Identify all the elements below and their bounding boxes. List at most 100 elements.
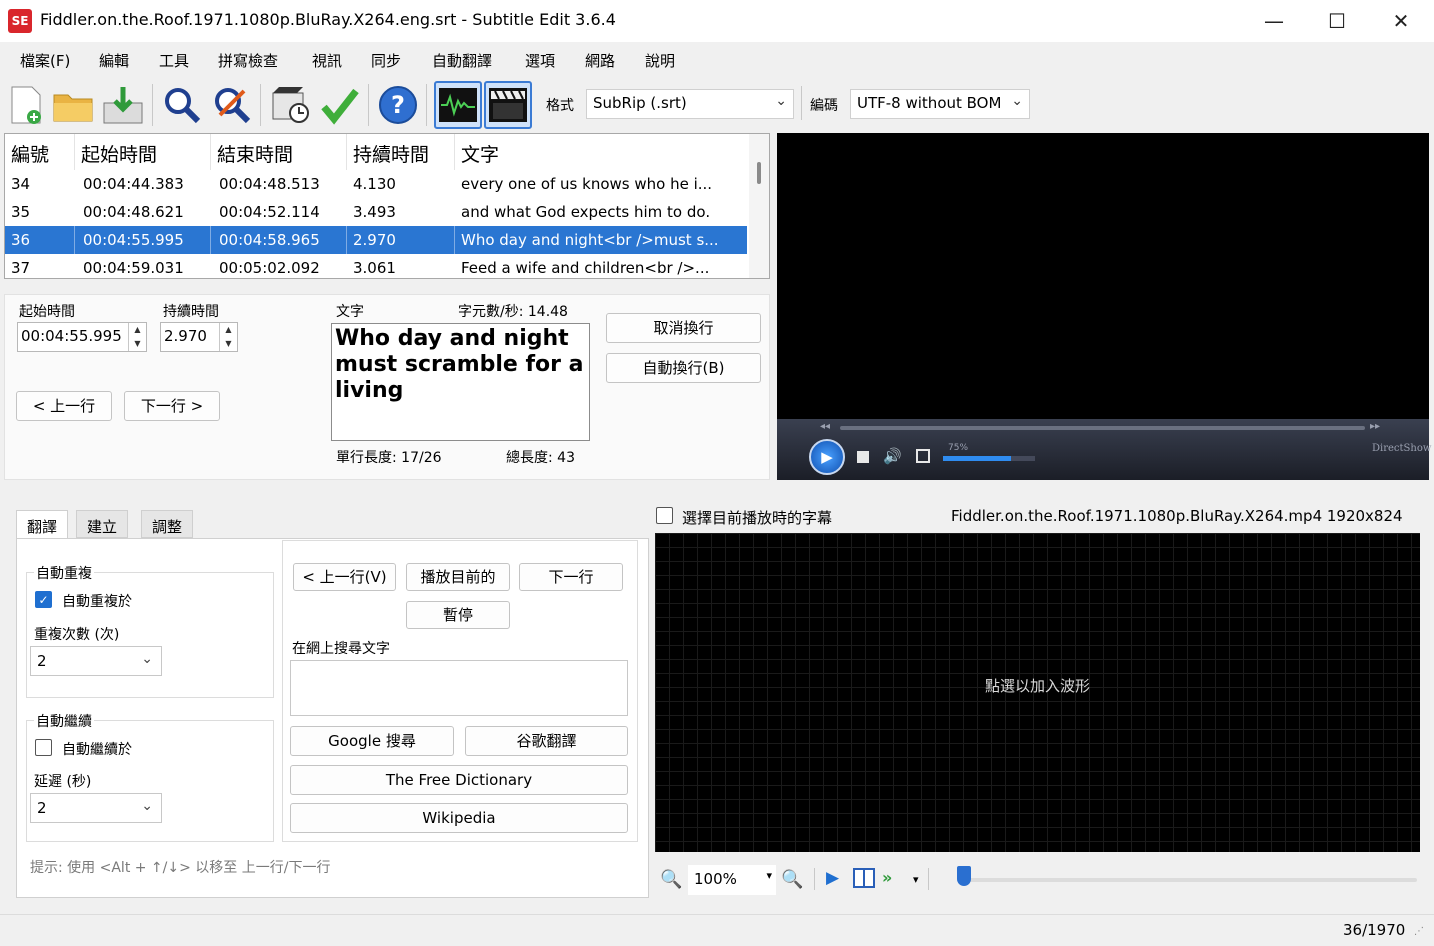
spell-check-icon[interactable] xyxy=(318,82,362,128)
subtitle-text-editor[interactable]: Who day and night must scramble for a li… xyxy=(331,323,590,441)
tab-adjust[interactable]: 調整 xyxy=(141,510,194,538)
waveform-toggle-icon[interactable] xyxy=(434,81,482,129)
menu-options[interactable]: 選項 xyxy=(525,50,555,71)
waveform-position-slider[interactable] xyxy=(962,878,1417,882)
hint-text: 提示: 使用 <Alt + ↑/↓> 以移至 上一行/下一行 xyxy=(30,860,331,876)
prev-line-button[interactable]: < 上一行 xyxy=(16,391,112,421)
column-header-duration[interactable]: 持續時間 xyxy=(347,134,455,170)
help-icon[interactable]: ? xyxy=(376,82,420,128)
new-file-icon[interactable] xyxy=(4,82,48,128)
stop-icon[interactable] xyxy=(857,451,869,463)
wikipedia-button[interactable]: Wikipedia xyxy=(290,803,628,833)
play-waveform-icon[interactable]: ▶ xyxy=(826,868,839,888)
search-web-label: 在網上搜尋文字 xyxy=(292,641,390,657)
find-icon[interactable] xyxy=(160,82,204,128)
minimize-button[interactable]: — xyxy=(1243,0,1305,42)
prev-line-v-button[interactable]: < 上一行(V) xyxy=(293,563,396,591)
column-header-text[interactable]: 文字 xyxy=(455,134,747,170)
chevron-down-icon: ⌄ xyxy=(775,93,787,109)
open-folder-icon[interactable] xyxy=(51,82,95,128)
seek-bar[interactable] xyxy=(840,426,1365,430)
next-line-v-button[interactable]: 下一行 xyxy=(519,563,623,591)
chevron-down-icon: ▾ xyxy=(766,869,772,882)
menu-file[interactable]: 檔案(F) xyxy=(20,50,70,71)
duration-input[interactable]: 2.970 ▲ ▼ xyxy=(160,322,238,352)
toolbar-separator xyxy=(426,84,427,126)
table-row-selected[interactable]: 36 00:04:55.995 00:04:58.965 2.970 Who d… xyxy=(5,226,747,254)
waveform-hint: 點選以加入波形 xyxy=(984,677,1090,695)
select-current-checkbox[interactable] xyxy=(656,507,673,524)
menu-spellcheck[interactable]: 拼寫檢查 xyxy=(218,50,278,71)
auto-break-button[interactable]: 自動換行(B) xyxy=(606,353,761,383)
toolbar-separator xyxy=(368,84,369,126)
play-icon[interactable]: ▶ xyxy=(809,439,845,475)
menu-tools[interactable]: 工具 xyxy=(159,50,189,71)
google-translate-button[interactable]: 谷歌翻譯 xyxy=(465,726,628,756)
menu-network[interactable]: 網路 xyxy=(585,50,615,71)
menu-sync[interactable]: 同步 xyxy=(371,50,401,71)
save-icon[interactable] xyxy=(101,82,145,128)
zoom-select[interactable]: 100% ▾ xyxy=(688,865,776,895)
start-time-value: 00:04:55.995 xyxy=(21,327,122,345)
delay-select[interactable]: 2 ⌄ xyxy=(30,793,162,823)
next-line-button[interactable]: 下一行 > xyxy=(124,391,220,421)
format-label: 格式 xyxy=(546,98,574,114)
rewind-icon[interactable]: ◂◂ xyxy=(820,421,830,432)
tab-create[interactable]: 建立 xyxy=(76,510,129,538)
spin-buttons-icon[interactable]: ▲ ▼ xyxy=(128,323,146,351)
menu-edit[interactable]: 編輯 xyxy=(99,50,129,71)
start-time-input[interactable]: 00:04:55.995 ▲ ▼ xyxy=(17,322,147,352)
auto-repeat-checkbox[interactable]: ✓ xyxy=(35,591,52,608)
subtitle-list[interactable]: 編號 起始時間 結束時間 持續時間 文字 34 00:04:44.383 00:… xyxy=(4,133,770,279)
duration-label: 持續時間 xyxy=(163,304,219,320)
column-header-number[interactable]: 編號 xyxy=(5,134,75,170)
list-scrollbar[interactable] xyxy=(749,134,769,278)
delay-value: 2 xyxy=(37,799,47,817)
duration-value: 2.970 xyxy=(164,327,207,345)
cell-start: 00:04:55.995 xyxy=(77,226,211,254)
menu-auto-translate[interactable]: 自動翻譯 xyxy=(432,50,492,71)
resize-grip-icon[interactable]: ⋰ xyxy=(1414,926,1424,937)
column-header-end[interactable]: 結束時間 xyxy=(211,134,347,170)
unbreak-button[interactable]: 取消換行 xyxy=(606,313,761,343)
zoom-out-icon[interactable]: 🔍 xyxy=(660,869,682,890)
maximize-button[interactable]: ☐ xyxy=(1306,0,1368,42)
spin-buttons-icon[interactable]: ▲ ▼ xyxy=(219,323,237,351)
split-icon[interactable] xyxy=(853,868,875,888)
text-line: must scramble for a xyxy=(335,352,584,377)
menu-bar xyxy=(0,42,1434,76)
volume-icon[interactable]: 🔊 xyxy=(883,447,902,465)
play-current-button[interactable]: 播放目前的 xyxy=(406,563,510,591)
menu-video[interactable]: 視訊 xyxy=(312,50,342,71)
search-web-input[interactable] xyxy=(290,660,628,716)
fast-forward-icon[interactable]: ▸▸ xyxy=(1370,421,1380,432)
video-toggle-icon[interactable] xyxy=(484,81,532,129)
zoom-in-icon[interactable]: 🔍 xyxy=(781,869,803,890)
slider-thumb[interactable] xyxy=(957,866,971,886)
table-row[interactable]: 35 00:04:48.621 00:04:52.114 3.493 and w… xyxy=(5,198,747,226)
tab-translate[interactable]: 翻譯 xyxy=(16,510,69,540)
free-dictionary-button[interactable]: The Free Dictionary xyxy=(290,765,628,795)
google-search-button[interactable]: Google 搜尋 xyxy=(290,726,454,756)
encoding-select[interactable]: UTF-8 without BOM ⌄ xyxy=(850,89,1030,119)
auto-continue-checkbox[interactable] xyxy=(35,739,52,756)
table-row[interactable]: 34 00:04:44.383 00:04:48.513 4.130 every… xyxy=(5,170,747,198)
table-row[interactable]: 37 00:04:59.031 00:05:02.092 3.061 Feed … xyxy=(5,254,747,278)
chevron-down-icon[interactable]: ▾ xyxy=(913,873,919,886)
format-select[interactable]: SubRip (.srt) ⌄ xyxy=(586,89,794,119)
list-scrollbar-thumb[interactable] xyxy=(757,162,761,184)
next-scene-icon[interactable]: » xyxy=(882,868,892,887)
visual-sync-icon[interactable] xyxy=(268,82,312,128)
total-length-label: 總長度: 43 xyxy=(506,450,575,466)
column-header-start[interactable]: 起始時間 xyxy=(75,134,211,170)
repeat-count-select[interactable]: 2 ⌄ xyxy=(30,646,162,676)
close-button[interactable]: ✕ xyxy=(1370,0,1432,42)
auto-continue-checkbox-label: 自動繼續於 xyxy=(62,742,132,758)
pause-button[interactable]: 暫停 xyxy=(406,601,510,629)
menu-help[interactable]: 說明 xyxy=(645,50,675,71)
fullscreen-icon[interactable] xyxy=(916,449,930,463)
replace-icon[interactable] xyxy=(210,82,254,128)
delay-label: 延遲 (秒) xyxy=(34,774,92,790)
cell-text: every one of us knows who he i... xyxy=(461,175,713,193)
auto-continue-group-label: 自動繼續 xyxy=(34,711,94,731)
